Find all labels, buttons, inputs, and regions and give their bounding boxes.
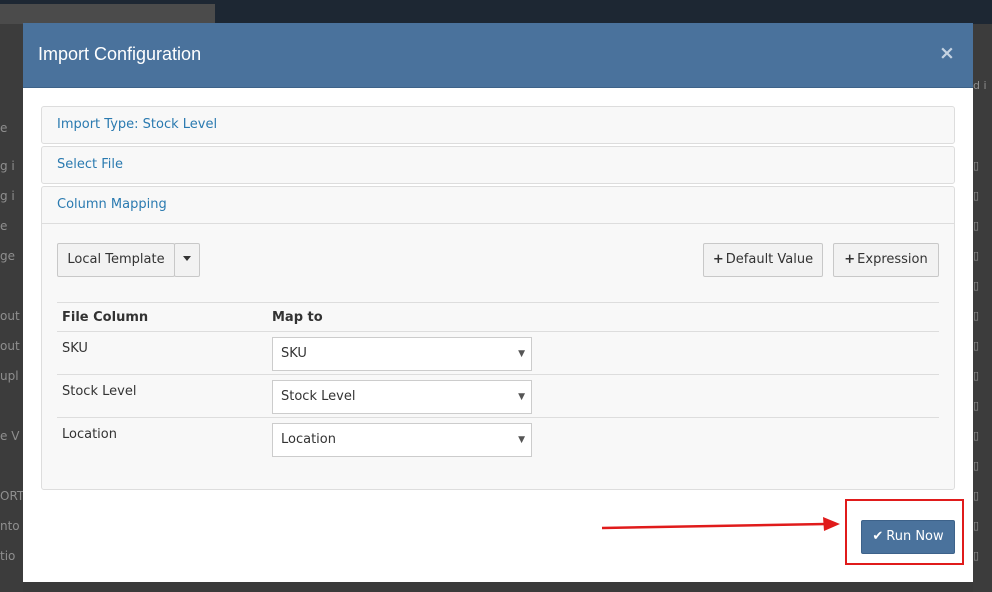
doc-icon: ▯ <box>973 279 980 292</box>
doc-icon: ▯ <box>973 369 980 382</box>
background-text: out <box>0 309 20 323</box>
column-mapping-table: File Column Map to SKU SKU ▼ Stock Level… <box>57 302 939 460</box>
column-header-map-to: Map to <box>272 310 323 325</box>
map-to-selected-value: SKU <box>281 346 307 361</box>
table-row: Location Location ▼ <box>57 417 939 460</box>
doc-icon: ▯ <box>973 489 980 502</box>
close-icon[interactable]: × <box>939 44 955 63</box>
map-to-selected-value: Location <box>281 432 336 447</box>
modal-header: Import Configuration × <box>23 23 973 88</box>
doc-icon: ▯ <box>973 219 980 232</box>
background-text: ge <box>0 249 15 263</box>
select-arrow-icon: ▼ <box>518 435 525 445</box>
background-text: d i <box>973 79 987 92</box>
doc-icon: ▯ <box>973 459 980 472</box>
doc-icon: ▯ <box>973 429 980 442</box>
background-text: upl <box>0 369 19 383</box>
table-header-row: File Column Map to <box>57 302 939 331</box>
doc-icon: ▯ <box>973 249 980 262</box>
local-template-button[interactable]: Local Template <box>57 243 175 277</box>
background-text: e <box>0 121 8 135</box>
import-configuration-modal: Import Configuration × Import Type: Stoc… <box>23 23 973 582</box>
doc-icon: ▯ <box>973 519 980 532</box>
local-template-split-button: Local Template <box>57 243 200 277</box>
background-left-edge <box>0 24 23 592</box>
background-text: out <box>0 339 20 353</box>
modal-title: Import Configuration <box>38 44 202 64</box>
doc-icon: ▯ <box>973 189 980 202</box>
select-arrow-icon: ▼ <box>518 349 525 359</box>
select-arrow-icon: ▼ <box>518 392 525 402</box>
background-top-bar-segment <box>0 4 215 24</box>
background-text: nto <box>0 519 20 533</box>
file-column-value: Stock Level <box>62 384 137 399</box>
table-row: SKU SKU ▼ <box>57 331 939 374</box>
panel-column-mapping: Column Mapping Local Template + Default V… <box>41 186 955 490</box>
background-text: g i <box>0 189 15 203</box>
plus-icon: + <box>712 252 724 267</box>
panel-heading-select-file[interactable]: Select File <box>42 147 954 183</box>
expression-button[interactable]: + Expression <box>833 243 939 277</box>
file-column-value: SKU <box>62 341 88 356</box>
column-mapping-body: Local Template + Default Value + Expressio… <box>42 223 954 489</box>
expression-label: Expression <box>857 252 928 267</box>
default-value-button[interactable]: + Default Value <box>703 243 823 277</box>
background-text: e V <box>0 429 20 443</box>
doc-icon: ▯ <box>973 159 980 172</box>
doc-icon: ▯ <box>973 309 980 322</box>
column-header-file-column: File Column <box>62 310 149 325</box>
annotation-highlight-box <box>845 499 964 565</box>
doc-icon: ▯ <box>973 339 980 352</box>
background-text: g i <box>0 159 15 173</box>
caret-down-icon <box>183 256 191 261</box>
doc-icon: ▯ <box>973 399 980 412</box>
background-text: e <box>0 219 8 233</box>
doc-icon: ▯ <box>973 549 980 562</box>
map-to-select[interactable]: SKU ▼ <box>272 337 532 371</box>
panel-select-file: Select File <box>41 146 955 184</box>
panel-import-type: Import Type: Stock Level <box>41 106 955 144</box>
map-to-select[interactable]: Location ▼ <box>272 423 532 457</box>
plus-icon: + <box>844 252 856 267</box>
default-value-label: Default Value <box>725 252 814 267</box>
panel-heading-import-type[interactable]: Import Type: Stock Level <box>42 107 954 143</box>
background-text: tio <box>0 549 16 563</box>
map-to-selected-value: Stock Level <box>281 389 356 404</box>
table-row: Stock Level Stock Level ▼ <box>57 374 939 417</box>
background-text: ORT <box>0 489 23 503</box>
panel-heading-column-mapping[interactable]: Column Mapping <box>42 187 954 223</box>
local-template-dropdown-toggle[interactable] <box>174 243 200 277</box>
background-right-edge <box>973 24 992 592</box>
map-to-select[interactable]: Stock Level ▼ <box>272 380 532 414</box>
file-column-value: Location <box>62 427 117 442</box>
